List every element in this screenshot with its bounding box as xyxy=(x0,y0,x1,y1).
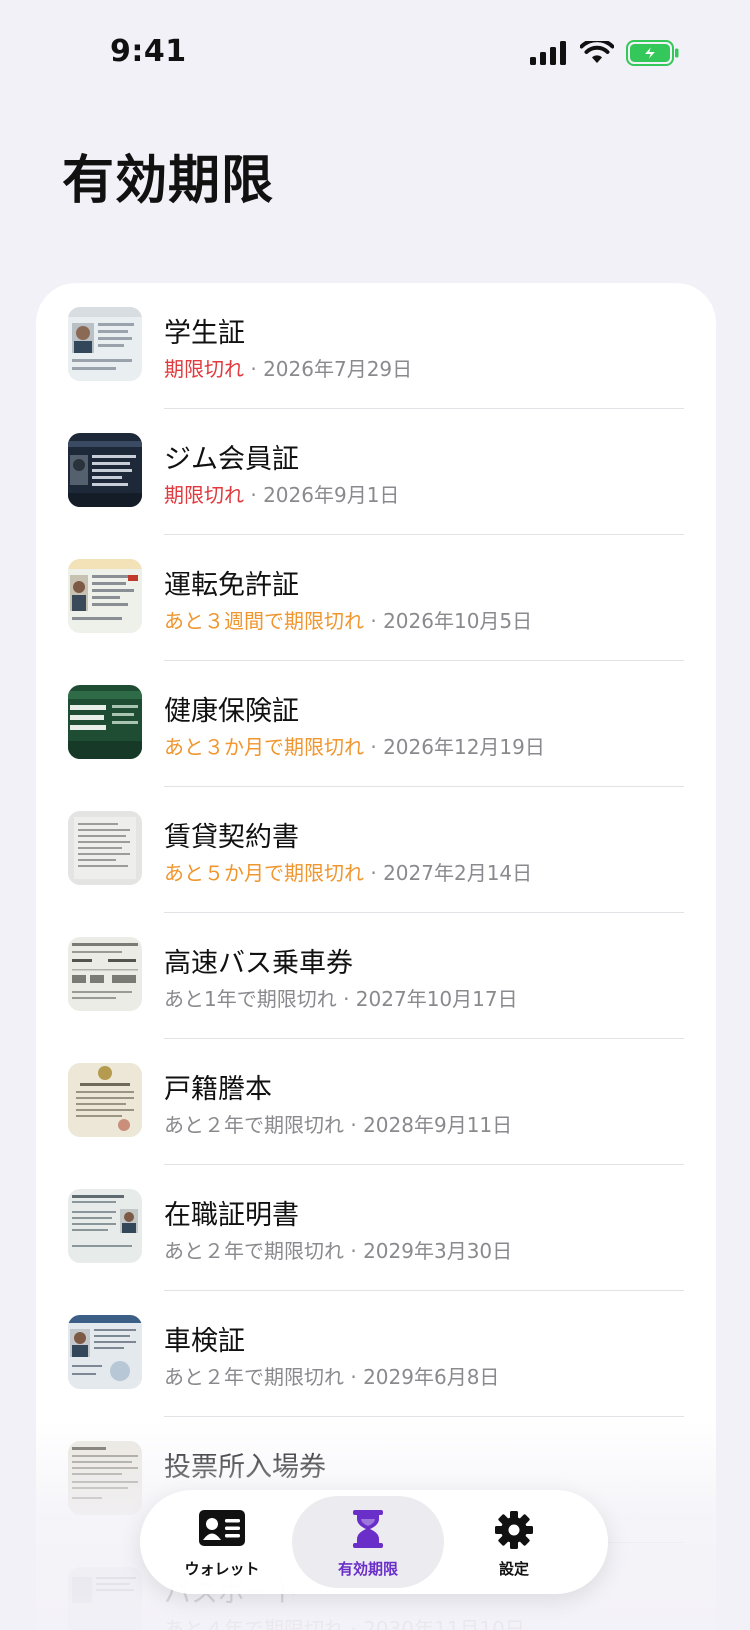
list-item[interactable]: 学生証 期限切れ · 2026年7月29日 xyxy=(36,283,716,409)
item-subtitle: あと２年で期限切れ · 2029年3月30日 xyxy=(164,1235,512,1264)
expiry-date: · 2029年6月8日 xyxy=(344,1365,500,1389)
expiry-list: 学生証 期限切れ · 2026年7月29日 ジム会員証 期限切れ · 2026年… xyxy=(36,283,716,1630)
status-time: 9:41 xyxy=(110,34,187,69)
list-item[interactable]: 運転免許証 あと３週間で期限切れ · 2026年10月5日 xyxy=(36,535,716,661)
list-item[interactable]: 在職証明書 あと２年で期限切れ · 2029年3月30日 xyxy=(36,1165,716,1291)
item-subtitle: あと1年で期限切れ · 2027年10月17日 xyxy=(164,983,518,1012)
family-register-thumbnail xyxy=(68,1063,142,1137)
item-title: ジム会員証 xyxy=(164,444,299,475)
list-item[interactable]: 健康保険証 あと３か月で期限切れ · 2026年12月19日 xyxy=(36,661,716,787)
gym-card-thumbnail xyxy=(68,433,142,507)
lease-thumbnail xyxy=(68,811,142,885)
expiry-date: · 2028年9月11日 xyxy=(344,1113,513,1137)
voting-ticket-thumbnail xyxy=(68,1441,142,1515)
health-insurance-thumbnail xyxy=(68,685,142,759)
item-title: 学生証 xyxy=(164,318,245,349)
item-subtitle: 期限切れ · 2026年9月1日 xyxy=(164,479,399,508)
tab-label: ウォレット xyxy=(184,1560,260,1578)
cellular-signal-icon xyxy=(530,41,566,65)
employment-cert-thumbnail xyxy=(68,1189,142,1263)
expiry-date: · 2026年12月19日 xyxy=(364,735,545,759)
expiry-status: あと５か月で期限切れ xyxy=(164,861,364,885)
list-item[interactable]: 賃貸契約書 あと５か月で期限切れ · 2027年2月14日 xyxy=(36,787,716,913)
expiry-date: · 2027年10月17日 xyxy=(336,987,518,1011)
item-title: 戸籍謄本 xyxy=(164,1074,272,1105)
bus-ticket-thumbnail xyxy=(68,937,142,1011)
expiry-date: · 2026年9月1日 xyxy=(244,483,400,507)
expiry-status: あと３か月で期限切れ xyxy=(164,735,364,759)
item-subtitle: あと４年で期限切れ · 2030年11月10日 xyxy=(164,1613,525,1630)
item-title: 賃貸契約書 xyxy=(164,822,299,853)
item-subtitle: あと５か月で期限切れ · 2027年2月14日 xyxy=(164,857,532,886)
list-item[interactable]: 戸籍謄本 あと２年で期限切れ · 2028年9月11日 xyxy=(36,1039,716,1165)
student-id-thumbnail xyxy=(68,307,142,381)
expiry-date: · 2027年2月14日 xyxy=(364,861,533,885)
status-bar: 9:41 xyxy=(0,0,750,110)
expiry-status: あと２年で期限切れ xyxy=(164,1113,344,1137)
expiry-status: 期限切れ xyxy=(164,483,244,507)
expiry-date: · 2029年3月30日 xyxy=(344,1239,513,1263)
item-title: 高速バス乗車券 xyxy=(164,948,353,979)
battery-charging-icon xyxy=(626,40,679,66)
item-title: 投票所入場券 xyxy=(164,1452,326,1483)
status-icons xyxy=(530,40,680,66)
gear-icon xyxy=(494,1510,534,1554)
list-item[interactable]: 車検証 あと２年で期限切れ · 2029年6月8日 xyxy=(36,1291,716,1417)
tab-bar: ウォレット 有効期限 設定 xyxy=(140,1490,608,1594)
page-title: 有効期限 xyxy=(62,151,275,211)
item-subtitle: あと２年で期限切れ · 2028年9月11日 xyxy=(164,1109,512,1138)
item-subtitle: 期限切れ · 2026年7月29日 xyxy=(164,353,412,382)
tab-expiry[interactable]: 有効期限 xyxy=(292,1496,444,1588)
tab-settings[interactable]: 設定 xyxy=(438,1496,590,1588)
wifi-icon xyxy=(580,41,614,63)
item-title: 運転免許証 xyxy=(164,570,299,601)
list-item[interactable]: ジム会員証 期限切れ · 2026年9月1日 xyxy=(36,409,716,535)
tab-label: 有効期限 xyxy=(337,1560,398,1578)
expiry-date: · 2026年7月29日 xyxy=(244,357,413,381)
expiry-status: あと２年で期限切れ xyxy=(164,1365,344,1389)
drivers-license-thumbnail xyxy=(68,559,142,633)
tab-wallet[interactable]: ウォレット xyxy=(146,1496,298,1588)
item-subtitle: あと２年で期限切れ · 2029年6月8日 xyxy=(164,1361,499,1390)
list-item[interactable]: 高速バス乗車券 あと1年で期限切れ · 2027年10月17日 xyxy=(36,913,716,1039)
tab-label: 設定 xyxy=(498,1560,529,1578)
hourglass-icon xyxy=(353,1510,383,1552)
item-title: 車検証 xyxy=(164,1326,245,1357)
item-subtitle: あと３週間で期限切れ · 2026年10月5日 xyxy=(164,605,532,634)
expiry-status: あと２年で期限切れ xyxy=(164,1239,344,1263)
item-title: 健康保険証 xyxy=(164,696,299,727)
expiry-date: · 2030年11月10日 xyxy=(344,1617,525,1630)
expiry-status: 期限切れ xyxy=(164,357,244,381)
item-subtitle: あと３か月で期限切れ · 2026年12月19日 xyxy=(164,731,545,760)
expiry-status: あと４年で期限切れ xyxy=(164,1617,344,1630)
passport-thumbnail xyxy=(68,1567,142,1630)
expiry-status: あと1年で期限切れ xyxy=(164,987,337,1011)
id-card-icon xyxy=(199,1510,245,1550)
expiry-date: · 2026年10月5日 xyxy=(364,609,533,633)
expiry-status: あと３週間で期限切れ xyxy=(164,609,364,633)
item-title: 在職証明書 xyxy=(164,1200,299,1231)
vehicle-inspection-thumbnail xyxy=(68,1315,142,1389)
